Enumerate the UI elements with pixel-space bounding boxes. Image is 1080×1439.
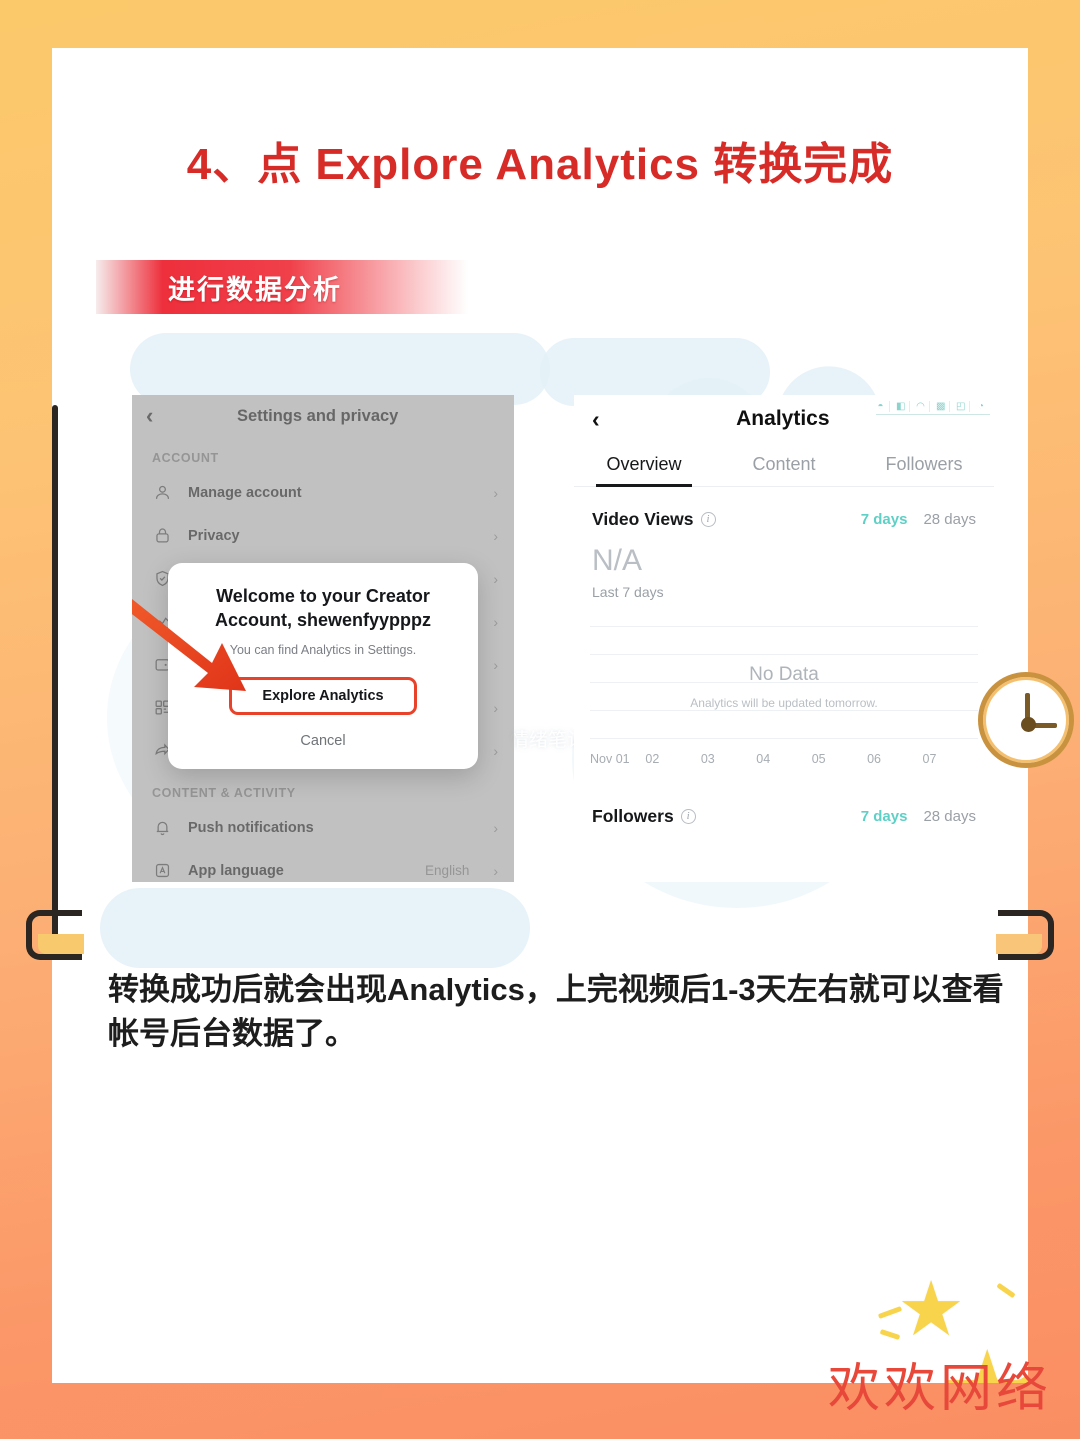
video-views-chart: No Data Analytics will be updated tomorr… [590,626,978,744]
modal-subtitle: You can find Analytics in Settings. [229,642,417,657]
chevron-right-icon: › [493,819,498,836]
info-icon[interactable]: i [700,512,716,527]
chevron-right-icon: › [493,484,498,501]
chart-gridline [590,738,978,739]
chart-gridline [590,654,978,655]
x-tick: 05 [811,752,826,766]
chevron-right-icon: › [493,742,498,759]
range-28-days[interactable]: 28 days [923,511,976,528]
x-tick: Nov 01 [590,752,630,766]
screenshot-row: ‹ Settings and privacy ACCOUNT Manage ac… [132,395,998,882]
settings-row-label: Push notifications [188,819,314,836]
range-7-days[interactable]: 7 days [861,511,908,528]
x-tick: 06 [867,752,882,766]
info-icon[interactable]: i [680,809,696,824]
chevron-right-icon: › [493,699,498,716]
letter-a-icon [152,861,172,881]
cancel-button[interactable]: Cancel [186,733,460,749]
mini-icon-5: ◰ [956,401,970,412]
video-views-header: Video Views i 7 days 28 days [574,487,994,530]
poster-canvas: 4、点 Explore Analytics 转换完成 进行数据分析 ‹ Sett… [0,0,1080,1439]
chevron-right-icon: › [493,570,498,587]
tab-overview[interactable]: Overview [574,443,714,487]
mini-icon-strip: ◓ ◧ ◠ ▩ ◰ ◔ [876,401,990,415]
body-text: 转换成功后就会出现Analytics，上完视频后1-3天左右就可以查看帐号后台数… [108,972,1004,1052]
settings-group-label-account: ACCOUNT [152,451,219,465]
analytics-tabs: Overview Content Followers [574,443,994,487]
content-card: 4、点 Explore Analytics 转换完成 进行数据分析 ‹ Sett… [52,48,1028,1383]
modal-title: Welcome to your Creator Account, shewenf… [214,586,432,630]
decorative-blob [100,888,530,968]
analytics-screenshot: ‹ Analytics ◓ ◧ ◠ ▩ ◰ ◔ Overview Content… [574,395,994,882]
clock-icon [978,672,1074,768]
screenshot-gap: 情绪笔记 [510,395,586,882]
star-icon: ★ [1027,1310,1028,1350]
settings-row-privacy[interactable]: Privacy › [132,514,514,557]
x-tick: 04 [756,752,771,766]
settings-header: ‹ Settings and privacy [132,395,514,437]
chevron-right-icon: › [493,527,498,544]
sparkle-line [996,1282,1016,1299]
analytics-header: ‹ Analytics ◓ ◧ ◠ ▩ ◰ ◔ [574,395,994,443]
settings-row-label: Privacy [188,527,240,544]
settings-row-manage-account[interactable]: Manage account › [132,471,514,514]
video-views-label: Video Views [592,509,694,529]
page-title: 4、点 Explore Analytics 转换完成 [186,140,894,189]
section-badge-label: 进行数据分析 [168,274,342,305]
settings-row-label: Manage account [188,484,302,501]
chart-empty-title: No Data [749,664,819,685]
tab-followers[interactable]: Followers [854,443,994,486]
mini-icon-3: ◠ [916,401,930,412]
section-badge: 进行数据分析 [96,260,468,314]
chart-empty-sub: Analytics will be updated tomorrow. [690,696,878,710]
x-tick: 03 [700,752,715,766]
chart-gridline [590,710,978,711]
chart-gridline [590,626,978,627]
settings-title: Settings and privacy [236,406,399,425]
bell-icon [152,818,172,838]
tab-content[interactable]: Content [714,443,854,486]
chart-x-axis: Nov 01 02 03 04 05 06 07 [590,752,978,766]
settings-row-push-notifications[interactable]: Push notifications › [132,806,514,849]
chevron-right-icon: › [493,613,498,630]
mini-icon-1: ◓ [876,401,890,412]
person-icon [152,483,172,503]
followers-range-28-days[interactable]: 28 days [923,808,976,825]
x-tick: 02 [645,752,660,766]
back-chevron-icon[interactable]: ‹ [592,407,600,431]
mini-icon-6: ◔ [977,401,985,412]
chevron-right-icon: › [493,656,498,673]
followers-range-7-days[interactable]: 7 days [861,808,908,825]
brand-watermark: 欢欢网络 [827,1359,1052,1419]
video-views-value-sub: Last 7 days [592,584,664,600]
back-chevron-icon[interactable]: ‹ [146,405,153,427]
x-tick: 07 [922,752,937,766]
mini-icon-2: ◧ [896,401,910,412]
settings-row-app-language[interactable]: App language English › [132,849,514,882]
video-views-value: N/A [592,544,643,577]
chevron-right-icon: › [493,862,498,879]
settings-row-label: App language [188,862,284,879]
followers-label: Followers [592,806,674,826]
settings-screenshot: ‹ Settings and privacy ACCOUNT Manage ac… [132,395,514,882]
creator-account-modal: Welcome to your Creator Account, shewenf… [168,563,478,769]
mini-icon-4: ▩ [936,401,950,412]
device-frame-right-tab [996,910,1054,960]
device-frame-left-edge [52,405,58,957]
settings-row-value: English [425,863,470,878]
followers-header: Followers i 7 days 28 days [574,766,994,827]
settings-group-label-content-activity: CONTENT & ACTIVITY [152,786,296,800]
lock-icon [152,526,172,546]
explore-analytics-button[interactable]: Explore Analytics [229,676,417,715]
device-frame-left-tab [26,910,84,960]
